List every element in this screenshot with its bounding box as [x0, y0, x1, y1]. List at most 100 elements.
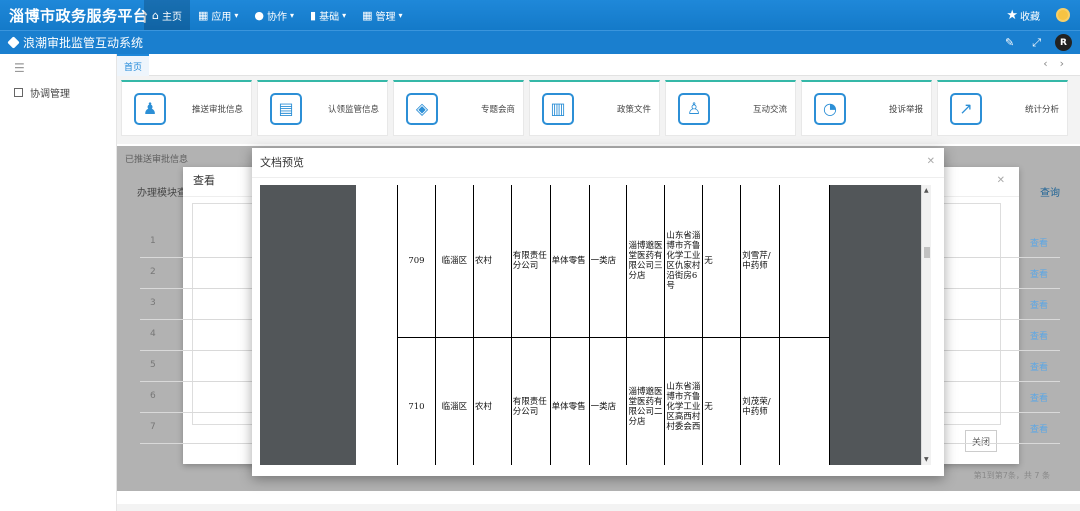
row-number: 5 — [150, 360, 156, 370]
tab-home[interactable]: 首页 — [117, 54, 150, 76]
view-link[interactable]: 查看 — [1030, 267, 1048, 280]
cell-type: 有限责任分公司 — [510, 185, 551, 338]
card-label: 认领监管信息 — [327, 104, 379, 115]
card-label: 投诉举报 — [888, 104, 923, 115]
row-number: 3 — [150, 298, 156, 308]
nav-label: 主页 — [161, 11, 182, 23]
main-nav: ⌂ 主页 ▦ 应用 ▾ ● 协作 ▾ ▮ 基础 ▾ ▦ 管理 ▾ — [144, 0, 411, 30]
card-label: 专题会商 — [480, 104, 515, 115]
cell-district: 临淄区 — [434, 337, 474, 465]
cell-chain: 无 — [702, 185, 742, 338]
cell-blank — [779, 337, 830, 465]
nav-label: 管理 — [375, 11, 396, 23]
sidebar-item-label: 协调管理 — [30, 89, 70, 100]
cell-pharmacist: 刘雪芹/中药师 — [740, 185, 781, 338]
view-link[interactable]: 查看 — [1030, 236, 1048, 249]
manage-icon: ▦ — [362, 8, 373, 22]
cell-number: 710 — [397, 337, 436, 465]
cell-company: 淄博邈医堂医药有限公司二分店 — [626, 337, 666, 465]
close-icon[interactable]: ✕ — [997, 175, 1005, 186]
card-complaints[interactable]: ◔ 投诉举报 — [801, 80, 932, 136]
doc-modal-title: 文档预览 — [252, 148, 944, 178]
system-tools: ✎ ⤢ R — [987, 34, 1072, 51]
cell-class: 一类店 — [588, 185, 628, 338]
scroll-up-icon[interactable]: ▲ — [924, 187, 929, 194]
document-table: 709 临淄区 农村 有限责任分公司 单体零售 一类店 淄博邈医堂医药有限公司三… — [397, 185, 830, 465]
cell-pharmacist: 刘茂荣/中药师 — [740, 337, 781, 465]
star-icon: ★ — [1006, 7, 1018, 23]
cell-business: 单体零售 — [549, 337, 590, 465]
nav-item-collab[interactable]: ● 协作 ▾ — [246, 0, 302, 30]
scroll-down-icon[interactable]: ▼ — [924, 456, 929, 463]
system-name: 浪潮审批监管互动系统 — [23, 36, 144, 50]
card-label: 推送审批信息 — [191, 104, 243, 115]
shield-icon: ◔ — [814, 92, 846, 125]
card-label: 互动交流 — [752, 104, 787, 115]
system-title: 浪潮审批监管互动系统 — [0, 34, 143, 51]
brand-title: 淄博市政务服务平台 — [9, 6, 149, 25]
sidebar: ☰ 协调管理 — [0, 54, 117, 511]
favorite-button[interactable]: ★ 收藏 — [1006, 8, 1040, 23]
user-stamp-icon: ♟ — [134, 92, 166, 125]
document-viewer[interactable]: 709 临淄区 农村 有限责任分公司 单体零售 一类店 淄博邈医堂医药有限公司三… — [260, 185, 931, 465]
top-navbar: 淄博市政务服务平台 ⌂ 主页 ▦ 应用 ▾ ● 协作 ▾ ▮ 基础 ▾ ▦ 管理… — [0, 0, 1080, 30]
card-push-approval[interactable]: ♟ 推送审批信息 — [121, 80, 252, 136]
card-statistics[interactable]: ↗ 统计分析 — [937, 80, 1068, 136]
pager-info: 第1到第7条，共 7 条 — [973, 471, 1050, 480]
close-icon[interactable]: ✕ — [927, 156, 935, 167]
nav-item-basic[interactable]: ▮ 基础 ▾ — [302, 0, 354, 30]
system-bar: 浪潮审批监管互动系统 ✎ ⤢ R — [0, 30, 1080, 54]
chart-icon: ▮ — [310, 8, 317, 22]
view-link[interactable]: 查看 — [1030, 298, 1048, 311]
viewer-margin-left — [260, 185, 356, 465]
view-link[interactable]: 查看 — [1030, 422, 1048, 435]
card-label: 政策文件 — [616, 104, 651, 115]
card-policy-files[interactable]: ▥ 政策文件 — [529, 80, 660, 136]
card-claim-supervision[interactable]: ▤ 认领监管信息 — [257, 80, 388, 136]
nav-item-apps[interactable]: ▦ 应用 ▾ — [190, 0, 246, 30]
fullscreen-icon[interactable]: ⤢ — [1032, 36, 1041, 50]
table-row: 709 临淄区 农村 有限责任分公司 单体零售 一类店 淄博邈医堂医药有限公司三… — [397, 185, 830, 338]
top-right-tools: ★ 收藏 — [1006, 0, 1070, 30]
cell-business: 单体零售 — [549, 185, 590, 338]
cell-district: 临淄区 — [434, 185, 474, 338]
user-avatar[interactable] — [1056, 8, 1070, 22]
card-topic-consult[interactable]: ◈ 专题会商 — [393, 80, 524, 136]
layers-icon: ◈ — [406, 92, 438, 125]
nav-item-home[interactable]: ⌂ 主页 — [144, 0, 190, 30]
card-label: 统计分析 — [1024, 104, 1059, 115]
view-link[interactable]: 查看 — [1030, 391, 1048, 404]
card-interaction[interactable]: ♙ 互动交流 — [665, 80, 796, 136]
quick-cards: ♟ 推送审批信息 ▤ 认领监管信息 ◈ 专题会商 ▥ 政策文件 ♙ 互动交流 ◔… — [121, 80, 1079, 138]
cell-company: 淄博邈医堂医药有限公司三分店 — [626, 185, 666, 338]
cell-blank — [779, 185, 830, 338]
cell-class: 一类店 — [588, 337, 628, 465]
row-number: 4 — [150, 329, 156, 339]
cell-number: 709 — [397, 185, 436, 338]
cell-address: 山东省淄博市齐鲁化学工业区仇家村沿街房6号 — [664, 185, 704, 338]
account-avatar[interactable]: R — [1055, 34, 1072, 51]
chevron-down-icon: ▾ — [342, 10, 347, 20]
chevron-down-icon: ▾ — [290, 10, 295, 20]
cell-area: 农村 — [472, 337, 512, 465]
document-icon: ▤ — [270, 92, 302, 125]
brand-logo[interactable]: 淄博市政务服务平台 — [0, 5, 148, 26]
nav-item-manage[interactable]: ▦ 管理 ▾ — [354, 0, 410, 30]
sidebar-item-coordination[interactable]: 协调管理 — [0, 75, 116, 100]
document-preview-modal: 文档预览 ✕ 709 临淄区 农村 有限责任分公司 单体零售 一类店 淄博邈医堂… — [252, 148, 944, 476]
nav-label: 协作 — [267, 11, 288, 23]
scrollbar-thumb[interactable] — [924, 247, 930, 258]
wrench-icon[interactable]: ✎ — [1005, 36, 1014, 49]
tab-scroll-arrows[interactable]: ‹› — [1043, 57, 1076, 70]
link-icon: ● — [254, 8, 265, 22]
cell-chain: 无 — [702, 337, 742, 465]
view-link[interactable]: 查看 — [1030, 360, 1048, 373]
document-page: 709 临淄区 农村 有限责任分公司 单体零售 一类店 淄博邈医堂医药有限公司三… — [356, 185, 830, 465]
book-icon: ▥ — [542, 92, 574, 125]
grid-icon: ▦ — [197, 8, 209, 22]
menu-toggle-icon[interactable]: ☰ — [0, 54, 116, 75]
viewer-margin-right — [830, 185, 931, 465]
cube-icon — [7, 36, 20, 49]
viewer-scrollbar[interactable]: ▲ ▼ — [921, 185, 931, 465]
view-link[interactable]: 查看 — [1030, 329, 1048, 342]
